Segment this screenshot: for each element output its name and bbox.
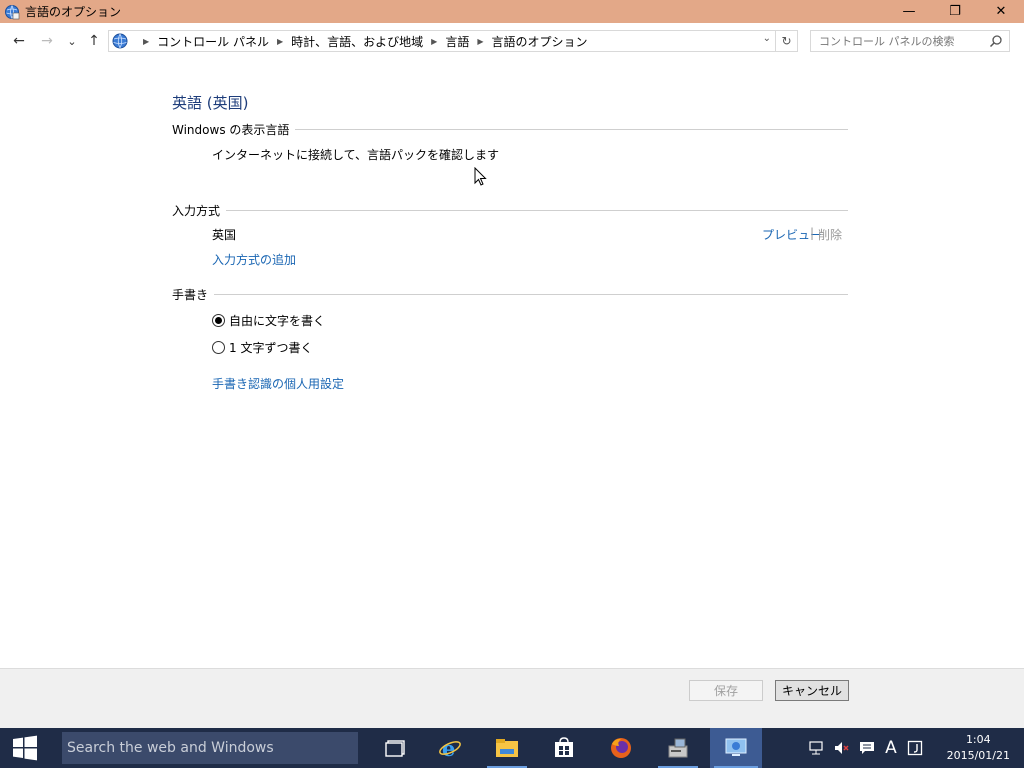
- search-icon[interactable]: [989, 34, 1003, 48]
- input-method-heading: 入力方式: [172, 204, 221, 218]
- firefox-icon: [611, 738, 631, 758]
- refresh-icon[interactable]: ↻: [775, 31, 797, 51]
- store-icon: [555, 737, 573, 757]
- file-explorer-button[interactable]: [483, 728, 531, 768]
- taskbar-search-input[interactable]: Search the web and Windows: [62, 732, 358, 764]
- sysprep-button[interactable]: [654, 728, 702, 768]
- radio-label[interactable]: 1 文字ずつ書く: [229, 339, 312, 356]
- handwriting-heading: 手書き: [172, 288, 209, 302]
- forward-button[interactable]: →: [38, 32, 56, 50]
- handwriting-section-header: 手書き: [172, 286, 848, 303]
- breadcrumb-item-language[interactable]: 言語: [445, 33, 469, 50]
- mouse-cursor-icon: [474, 167, 487, 186]
- svg-text:e: e: [442, 736, 455, 760]
- breadcrumb-separator-icon[interactable]: ▶: [143, 37, 149, 46]
- cancel-button[interactable]: キャンセル: [775, 680, 849, 701]
- link-separator: |: [810, 226, 815, 240]
- search-input[interactable]: コントロール パネルの検索: [810, 30, 1010, 52]
- ime-mode-indicator[interactable]: A: [881, 728, 901, 768]
- task-view-icon: [385, 740, 405, 757]
- dialog-footer: 保存 キャンセル: [0, 668, 1024, 728]
- system-clock[interactable]: 1:04 2015/01/21: [947, 732, 1010, 764]
- search-placeholder: コントロール パネルの検索: [819, 35, 955, 48]
- radio-label[interactable]: 自由に文字を書く: [229, 312, 325, 329]
- action-center-icon[interactable]: [857, 728, 877, 768]
- firefox-button[interactable]: [597, 728, 645, 768]
- save-button[interactable]: 保存: [689, 680, 763, 701]
- section-divider: [214, 294, 848, 295]
- close-button[interactable]: ✕: [978, 0, 1024, 23]
- language-pack-status: インターネットに接続して、言語パックを確認します: [212, 148, 500, 162]
- volume-muted-icon[interactable]: [831, 728, 851, 768]
- clock-time: 1:04: [965, 733, 991, 746]
- breadcrumb-item-control-panel[interactable]: コントロール パネル: [157, 33, 269, 50]
- language-options-content: 英語 (英国) Windows の表示言語 インターネットに接続して、言語パック…: [0, 59, 1024, 668]
- sysprep-icon: [668, 738, 688, 758]
- control-panel-icon: [725, 738, 747, 756]
- language-title: 英語 (英国): [172, 94, 249, 112]
- breadcrumb-separator-icon[interactable]: ▶: [477, 37, 483, 46]
- input-method-section-header: 入力方式: [172, 202, 848, 219]
- radio-freeform[interactable]: 自由に文字を書く: [212, 312, 325, 329]
- taskbar: Search the web and Windows e A 1:04 2015…: [0, 728, 1024, 768]
- back-button[interactable]: ←: [10, 32, 28, 50]
- radio-button-selected[interactable]: [212, 314, 225, 327]
- internet-explorer-icon: e: [439, 736, 461, 760]
- remove-link[interactable]: 削除: [818, 226, 842, 243]
- address-dropdown-icon[interactable]: ⌄: [763, 33, 771, 44]
- input-method-item: 英国: [212, 228, 237, 242]
- language-globe-icon: [5, 4, 20, 19]
- address-bar[interactable]: ▶ コントロール パネル ▶ 時計、言語、および地域 ▶ 言語 ▶ 言語のオプシ…: [108, 30, 798, 52]
- network-icon[interactable]: [806, 728, 826, 768]
- file-explorer-icon: [496, 739, 518, 757]
- display-language-section-header: Windows の表示言語: [172, 121, 848, 138]
- task-view-button[interactable]: [372, 728, 420, 768]
- windows-logo-icon: [13, 735, 37, 761]
- start-button[interactable]: [0, 728, 50, 768]
- add-input-method-link[interactable]: 入力方式の追加: [212, 251, 296, 268]
- section-divider: [226, 210, 848, 211]
- radio-button[interactable]: [212, 341, 225, 354]
- up-button[interactable]: ↑: [85, 32, 103, 50]
- personalize-handwriting-link[interactable]: 手書き認識の個人用設定: [212, 375, 344, 392]
- display-language-heading: Windows の表示言語: [172, 123, 290, 137]
- minimize-button[interactable]: —: [886, 0, 932, 23]
- ime-pad-icon[interactable]: [905, 728, 925, 768]
- store-button[interactable]: [540, 728, 588, 768]
- internet-explorer-button[interactable]: e: [426, 728, 474, 768]
- maximize-button[interactable]: ❐: [932, 0, 978, 23]
- breadcrumb-item-language-options[interactable]: 言語のオプション: [491, 33, 587, 50]
- window-title: 言語のオプション: [25, 5, 122, 19]
- navigation-bar: ← → ⌄ ↑ ▶ コントロール パネル ▶ 時計、言語、および地域 ▶ 言語 …: [0, 23, 1024, 59]
- breadcrumb-item-clock-language-region[interactable]: 時計、言語、および地域: [291, 33, 423, 50]
- control-panel-taskbar-button[interactable]: [710, 728, 762, 768]
- control-panel-icon: [112, 33, 128, 49]
- title-bar: 言語のオプション — ❐ ✕: [0, 0, 1024, 23]
- section-divider: [295, 129, 848, 130]
- radio-single-character[interactable]: 1 文字ずつ書く: [212, 339, 312, 356]
- clock-date: 2015/01/21: [946, 749, 1010, 762]
- recent-locations-button[interactable]: ⌄: [63, 32, 81, 50]
- breadcrumb-separator-icon[interactable]: ▶: [431, 37, 437, 46]
- breadcrumb-separator-icon[interactable]: ▶: [277, 37, 283, 46]
